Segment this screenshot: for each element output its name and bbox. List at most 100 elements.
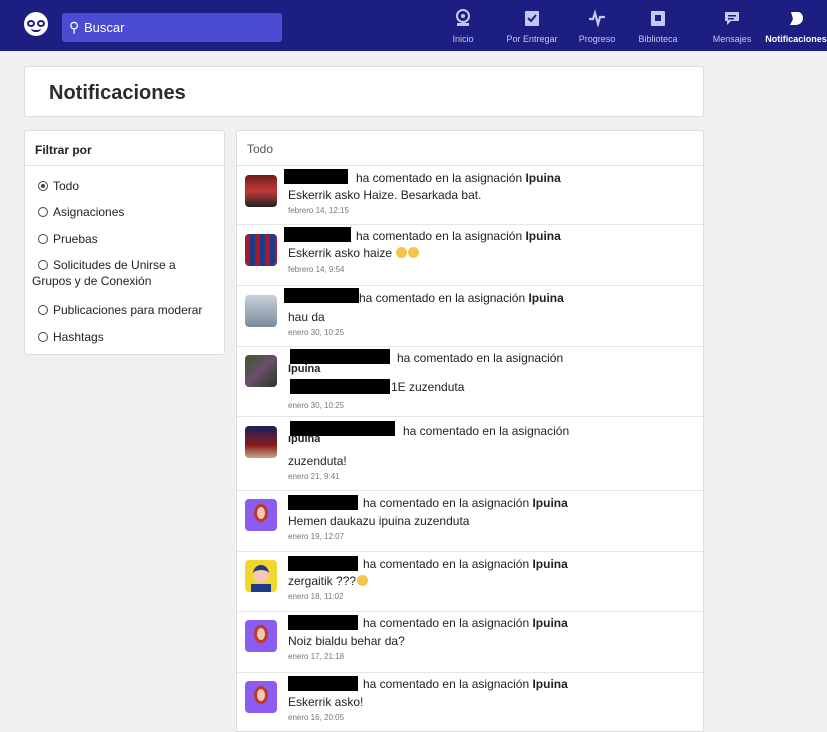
avatar	[245, 560, 277, 592]
nav-label: Progreso	[578, 34, 616, 44]
clipboard-check-icon	[525, 11, 539, 26]
clapping-hands-emoji-icon	[396, 247, 408, 258]
avatar	[245, 234, 277, 266]
redacted-name	[284, 169, 348, 184]
redacted-name	[288, 495, 358, 510]
timestamp: enero 21, 9:41	[288, 472, 340, 481]
notification-action: ha comentado en la asignación Ipuina	[363, 557, 568, 571]
redacted-name	[288, 615, 358, 630]
notification-action: ha comentado en la asignación Ipuina	[356, 171, 561, 185]
page-header-card: Notificaciones	[24, 66, 704, 117]
edmodo-logo-icon[interactable]	[24, 12, 48, 36]
list-title: Todo	[237, 131, 703, 166]
assignment-link[interactable]: Ipuina	[528, 291, 563, 305]
nav-biblioteca[interactable]: Biblioteca	[629, 0, 687, 51]
notification-action: ha comentado en la asignación Ipuina	[359, 291, 564, 305]
assignment-link[interactable]: Ipuina	[288, 436, 320, 444]
clapping-hands-emoji-icon	[408, 247, 420, 258]
assignment-link[interactable]: Ipuina	[525, 171, 560, 185]
thinking-face-emoji-icon	[357, 575, 369, 586]
nav-inicio[interactable]: Inicio	[441, 0, 485, 51]
notification-item[interactable]: ha comentado en la asignación Ipuina Esk…	[237, 673, 703, 731]
avatar	[245, 681, 277, 713]
radio-icon[interactable]	[38, 305, 48, 315]
timestamp: enero 17, 21:18	[288, 652, 345, 661]
notification-item[interactable]: ha comentado en la asignación Ipuina Esk…	[237, 225, 703, 286]
notification-item[interactable]: ha comentado en la asignación Ipuina zer…	[237, 552, 703, 612]
notification-item[interactable]: ha comentado en la asignación Ipuina Esk…	[237, 166, 703, 225]
notifications-list: Todo ha comentado en la asignación Ipuin…	[236, 130, 704, 732]
filter-option-solicitudes[interactable]: Solicitudes de Unirse a Grupos y de Cone…	[32, 257, 202, 289]
search-box[interactable]: ⚲	[62, 13, 282, 42]
assignment-link[interactable]: Ipuina	[532, 616, 567, 630]
timestamp: enero 30, 10:25	[288, 328, 345, 337]
notification-action: ha comentado en la asignación Ipuina	[363, 677, 568, 691]
avatar	[245, 175, 277, 207]
notification-message: Noiz bialdu behar da?	[288, 634, 405, 648]
notification-item[interactable]: ha comentado en la asignación Ipuina hau…	[237, 286, 703, 347]
timestamp: enero 18, 11:02	[288, 592, 344, 601]
radio-selected-icon[interactable]	[38, 181, 48, 191]
nav-por-entregar[interactable]: Por Entregar	[500, 0, 564, 51]
filter-option-pruebas[interactable]: Pruebas	[38, 231, 218, 247]
notification-message: hau da	[288, 310, 325, 324]
top-nav-bar: ⚲ Inicio Por Entregar Progreso Bibliotec…	[0, 0, 827, 51]
nav-label: Inicio	[452, 34, 474, 44]
notification-message: Eskerrik asko Haize. Besarkada bat.	[288, 188, 482, 202]
nav-notificaciones[interactable]: Notificaciones	[765, 0, 827, 51]
assignment-link[interactable]: Ipuina	[525, 229, 560, 243]
search-input[interactable]	[84, 13, 276, 42]
pulse-icon	[589, 9, 605, 27]
nav-progreso[interactable]: Progreso	[573, 0, 621, 51]
redacted-name	[290, 421, 395, 436]
notification-item[interactable]: ha comentado en la asignación Ipuina zuz…	[237, 417, 703, 491]
assignment-link[interactable]: Ipuina	[532, 496, 567, 510]
notification-item[interactable]: ha comentado en la asignación Ipuina 1E …	[237, 347, 703, 417]
notification-message: Eskerrik asko!	[288, 695, 364, 709]
bell-icon	[790, 12, 803, 25]
filter-option-publicaciones[interactable]: Publicaciones para moderar	[38, 302, 218, 318]
redacted-name	[288, 676, 358, 691]
filter-option-todo[interactable]: Todo	[38, 178, 218, 194]
avatar	[245, 426, 277, 458]
filter-option-asignaciones[interactable]: Asignaciones	[38, 204, 218, 220]
notification-item[interactable]: ha comentado en la asignación Ipuina Hem…	[237, 491, 703, 552]
redacted-name	[284, 288, 359, 303]
filter-option-hashtags[interactable]: Hashtags	[38, 329, 218, 345]
library-icon	[651, 11, 665, 26]
notification-action: ha comentado en la asignación Ipuina	[363, 616, 568, 630]
avatar	[245, 499, 277, 531]
nav-mensajes[interactable]: Mensajes	[708, 0, 756, 51]
redacted-name	[290, 379, 390, 394]
radio-icon[interactable]	[38, 234, 48, 244]
assignment-link[interactable]: Ipuina	[288, 363, 320, 375]
radio-icon[interactable]	[38, 332, 48, 342]
avatar	[245, 295, 277, 327]
home-icon	[456, 9, 470, 26]
notification-message: zuzenduta!	[288, 454, 347, 468]
notification-action: ha comentado en la asignación Ipuina	[363, 496, 568, 510]
filter-title: Filtrar por	[25, 131, 224, 166]
redacted-name	[288, 556, 358, 571]
avatar	[245, 355, 277, 387]
filter-panel: Filtrar por Todo Asignaciones Pruebas So…	[24, 130, 225, 355]
nav-label: Biblioteca	[638, 34, 678, 44]
timestamp: febrero 14, 12:15	[288, 206, 349, 215]
avatar	[245, 620, 277, 652]
notification-message: zergaitik ???	[288, 574, 369, 588]
notification-item[interactable]: ha comentado en la asignación Ipuina Noi…	[237, 612, 703, 673]
nav-label: Por Entregar	[506, 34, 558, 44]
notification-message: Eskerrik asko haize	[288, 246, 420, 260]
radio-icon[interactable]	[38, 260, 48, 270]
nav-label: Notificaciones	[765, 34, 827, 44]
redacted-name	[290, 349, 390, 364]
assignment-link[interactable]: Ipuina	[532, 677, 567, 691]
timestamp: febrero 14, 9:54	[288, 265, 345, 274]
redacted-name	[284, 227, 351, 242]
radio-icon[interactable]	[38, 207, 48, 217]
notification-message: 1E zuzenduta	[391, 380, 465, 394]
search-icon: ⚲	[69, 19, 80, 35]
page-title: Notificaciones	[49, 82, 186, 104]
assignment-link[interactable]: Ipuina	[532, 557, 567, 571]
notification-action: ha comentado en la asignación Ipuina	[356, 229, 561, 243]
